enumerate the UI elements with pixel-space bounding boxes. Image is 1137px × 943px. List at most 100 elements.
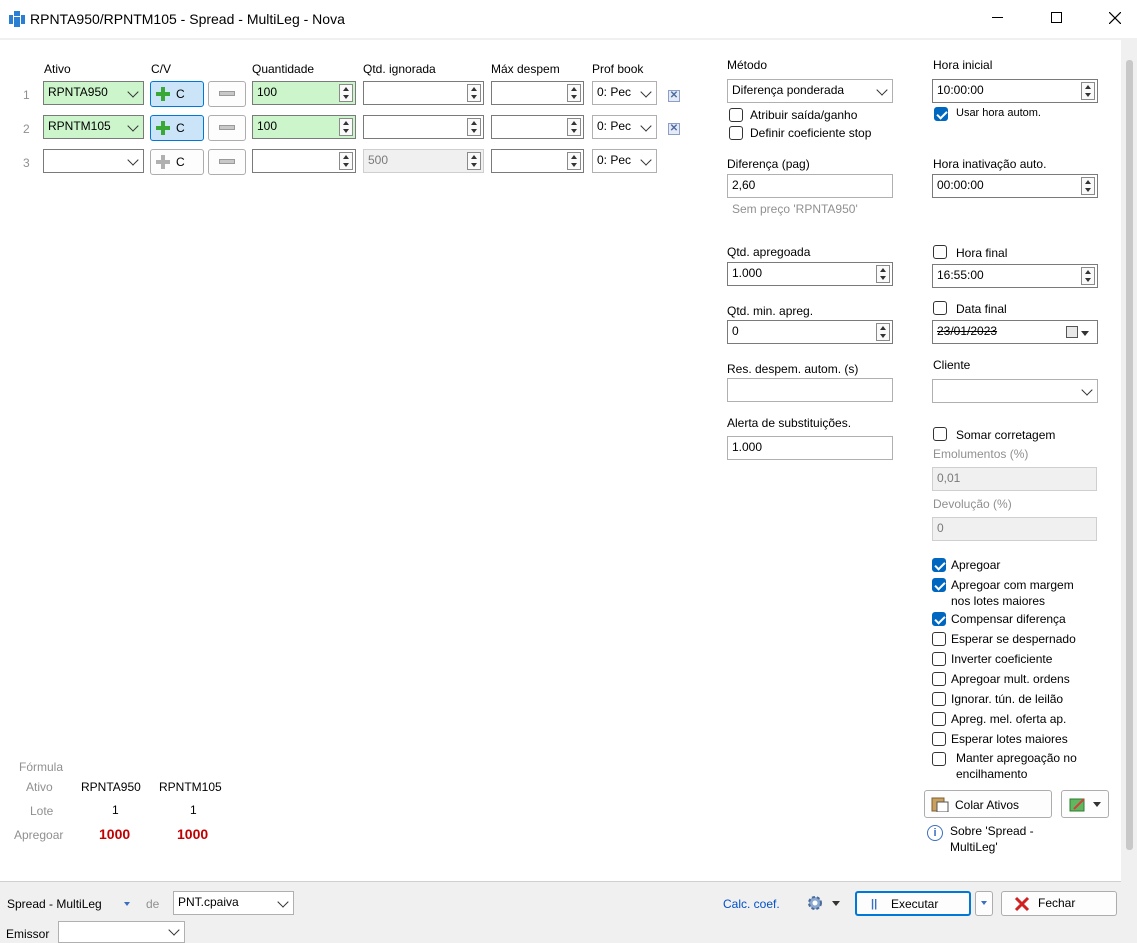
- sobre-link-line2[interactable]: MultiLeg': [950, 840, 998, 854]
- max-despem-input[interactable]: [491, 149, 584, 173]
- settings-menu-button[interactable]: [800, 890, 846, 916]
- quantidade-input[interactable]: 100: [252, 115, 356, 139]
- sobre-link[interactable]: Sobre 'Spread -: [950, 824, 1034, 838]
- formula-ativo-1: RPNTA950: [81, 780, 141, 794]
- spinner-icon[interactable]: [567, 84, 581, 102]
- minus-icon: [219, 159, 235, 164]
- spinner-icon[interactable]: [339, 118, 353, 136]
- minus-button[interactable]: [208, 115, 246, 141]
- data-final-input[interactable]: 23/01/2023: [932, 320, 1098, 344]
- spinner-icon[interactable]: [1081, 82, 1095, 100]
- diferenca-input[interactable]: 2,60: [727, 174, 893, 198]
- col-prof-book: Prof book: [592, 62, 644, 76]
- spinner-icon[interactable]: [567, 118, 581, 136]
- minimize-icon[interactable]: [992, 17, 1003, 18]
- apregoar-margem-label: Apregoar com margem: [951, 578, 1074, 592]
- spinner-icon[interactable]: [467, 84, 481, 102]
- alerta-value: 1.000: [732, 440, 763, 454]
- hora-final-checkbox[interactable]: [933, 245, 947, 259]
- spinner-icon[interactable]: [1081, 267, 1095, 285]
- maximize-icon[interactable]: [1051, 12, 1062, 23]
- manter-checkbox[interactable]: [932, 752, 946, 766]
- data-final-checkbox[interactable]: [933, 301, 947, 315]
- apregoar-label: Apregoar: [951, 558, 1001, 572]
- qtd-min-input[interactable]: 0: [727, 320, 893, 344]
- calc-coef-link[interactable]: Calc. coef.: [723, 897, 780, 911]
- definir-checkbox[interactable]: [729, 126, 743, 140]
- spinner-icon[interactable]: [339, 84, 353, 102]
- edit-menu-button[interactable]: [1061, 790, 1109, 818]
- hora-final-input[interactable]: 16:55:00: [932, 264, 1098, 288]
- cv-toggle-button[interactable]: C: [150, 115, 204, 141]
- ativo-select[interactable]: RPNTA950: [43, 81, 144, 105]
- spinner-icon[interactable]: [876, 323, 890, 341]
- minus-button[interactable]: [208, 81, 246, 107]
- scroll-thumb[interactable]: [1126, 60, 1133, 850]
- atribuir-checkbox[interactable]: [729, 108, 743, 122]
- apreg-mel-checkbox[interactable]: [932, 712, 946, 726]
- row-number: 3: [23, 156, 30, 170]
- cv-toggle-button[interactable]: C: [150, 81, 204, 107]
- apregoar-margem-checkbox[interactable]: [932, 578, 946, 592]
- devolucao-input[interactable]: 0: [932, 517, 1097, 541]
- hora-inicial-value: 10:00:00: [937, 83, 984, 97]
- max-despem-input[interactable]: [491, 115, 584, 139]
- strategy-label[interactable]: Spread - MultiLeg: [7, 897, 102, 911]
- ativo-select[interactable]: [43, 149, 144, 173]
- usar-hora-checkbox[interactable]: [934, 107, 948, 121]
- qtd-ignorada-input[interactable]: [363, 115, 484, 139]
- spinner-icon[interactable]: [1081, 177, 1095, 195]
- dropdown-arrow-icon[interactable]: [1081, 331, 1089, 336]
- prof-book-value: 0: Pec: [597, 85, 632, 99]
- hora-inicial-input[interactable]: 10:00:00: [932, 79, 1098, 103]
- close-icon[interactable]: [1109, 12, 1121, 24]
- vertical-scrollbar[interactable]: [1122, 40, 1137, 882]
- executar-dropdown-button[interactable]: [975, 891, 993, 916]
- account-value: PNT.cpaiva: [178, 895, 239, 909]
- cliente-select[interactable]: [932, 379, 1098, 403]
- spinner-icon[interactable]: [339, 152, 353, 170]
- spinner-icon[interactable]: [567, 152, 581, 170]
- remove-row-icon[interactable]: ✕: [668, 90, 680, 102]
- max-despem-input[interactable]: [491, 81, 584, 105]
- ignorar-tun-checkbox[interactable]: [932, 692, 946, 706]
- strategy-dropdown-icon[interactable]: [124, 902, 130, 906]
- executar-button[interactable]: || Executar: [855, 891, 971, 916]
- qtd-ignorada-input[interactable]: [363, 81, 484, 105]
- alerta-input[interactable]: 1.000: [727, 436, 893, 460]
- prof-book-select[interactable]: 0: Pec: [592, 81, 657, 105]
- corretagem-checkbox[interactable]: [933, 427, 947, 441]
- prof-book-select[interactable]: 0: Pec: [592, 149, 657, 173]
- emissor-select[interactable]: [58, 921, 185, 943]
- minus-button[interactable]: [208, 149, 246, 175]
- esperar-lotes-checkbox[interactable]: [932, 732, 946, 746]
- colar-ativos-button[interactable]: Colar Ativos: [924, 790, 1052, 818]
- title-bar: RPNTA950/RPNTM105 - Spread - MultiLeg - …: [0, 0, 1137, 38]
- account-select[interactable]: PNT.cpaiva: [173, 891, 294, 915]
- esperar-lotes-label: Esperar lotes maiores: [951, 732, 1068, 746]
- apregoar-checkbox[interactable]: [932, 558, 946, 572]
- apregoar-mult-checkbox[interactable]: [932, 672, 946, 686]
- quantidade-input[interactable]: 100: [252, 81, 356, 105]
- spinner-icon[interactable]: [467, 152, 481, 170]
- spinner-icon[interactable]: [467, 118, 481, 136]
- compensar-checkbox[interactable]: [932, 612, 946, 626]
- emolumentos-input[interactable]: 0,01: [932, 467, 1097, 491]
- spinner-icon[interactable]: [876, 265, 890, 283]
- metodo-select[interactable]: Diferença ponderada: [727, 79, 893, 103]
- fechar-button[interactable]: Fechar: [1001, 891, 1117, 916]
- info-icon[interactable]: i: [927, 825, 943, 841]
- quantidade-input[interactable]: [252, 149, 356, 173]
- calendar-icon[interactable]: [1066, 326, 1078, 338]
- cv-toggle-button[interactable]: C: [150, 149, 204, 175]
- qtd-ignorada-input[interactable]: 500: [363, 149, 484, 173]
- esperar-despernado-checkbox[interactable]: [932, 632, 946, 646]
- res-despem-input[interactable]: [727, 378, 893, 402]
- prof-book-select[interactable]: 0: Pec: [592, 115, 657, 139]
- inverter-checkbox[interactable]: [932, 652, 946, 666]
- remove-row-icon[interactable]: ✕: [668, 123, 680, 135]
- qtd-apregoada-input[interactable]: 1.000: [727, 262, 893, 286]
- hora-final-value: 16:55:00: [937, 268, 984, 282]
- hora-inativ-input[interactable]: 00:00:00: [932, 174, 1098, 198]
- ativo-select[interactable]: RPNTM105: [43, 115, 144, 139]
